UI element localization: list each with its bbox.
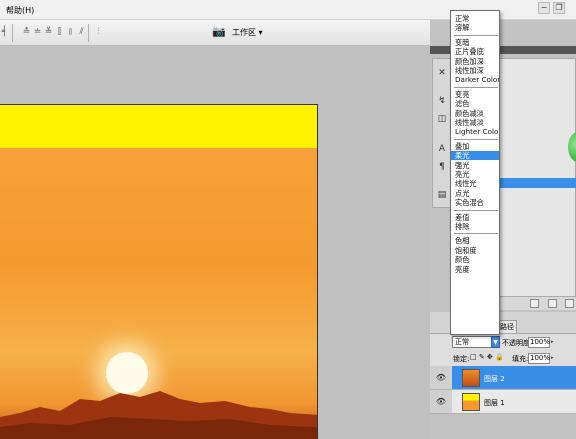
blend-mode-option[interactable]: 滤色 — [451, 99, 499, 108]
auto-align-icon[interactable]: ⫶ — [94, 27, 103, 38]
hills-silhouette — [0, 391, 317, 439]
fill-label: 填充: — [512, 355, 529, 363]
blend-mode-option[interactable]: 颜色减淡 — [451, 109, 499, 118]
toolbar-separator — [12, 24, 13, 42]
blend-mode-option[interactable]: 饱和度 — [451, 246, 499, 255]
blend-mode-option[interactable]: 颜色 — [451, 255, 499, 264]
layer-name: 图层 2 — [484, 375, 505, 383]
blend-mode-option[interactable]: 叠加 — [451, 142, 499, 151]
document-yellow-layer[interactable] — [0, 104, 318, 148]
distribute-icons: ≛ ≐ ≚ ⫿ ⫾ ⫽ — [22, 27, 86, 39]
actions-icon[interactable]: ◫ — [436, 113, 448, 125]
opacity-arrow-icon[interactable]: ▸ — [551, 337, 557, 348]
panel-selected-row[interactable] — [500, 178, 576, 188]
lock-label: 锁定: — [453, 355, 470, 363]
blend-mode-option[interactable]: 亮光 — [451, 170, 499, 179]
layer-thumbnail — [462, 393, 480, 411]
new-item-icon[interactable] — [548, 299, 557, 308]
menu-separator — [454, 138, 498, 140]
restore-button[interactable]: ❐ — [553, 2, 565, 14]
menu-separator — [454, 233, 498, 235]
document-sunset-image[interactable] — [0, 148, 318, 439]
layer-thumbnail — [462, 369, 480, 387]
delete-icon[interactable] — [565, 299, 574, 308]
panel-icon-strip: ✕ ↯ ◫ A ¶ ▤ — [432, 58, 452, 208]
distribute-left-icon[interactable]: ⫿ — [55, 27, 64, 38]
blend-mode-option[interactable]: 排除 — [451, 222, 499, 231]
blend-mode-option[interactable]: 正片叠底 — [451, 47, 499, 56]
blend-mode-option[interactable]: 点光 — [451, 189, 499, 198]
distribute-right-icon[interactable]: ⫽ — [77, 27, 86, 38]
tools-icon[interactable]: ✕ — [436, 67, 448, 79]
blend-mode-option[interactable]: 变暗 — [451, 38, 499, 47]
menu-help[interactable]: 帮助(H) — [6, 5, 34, 16]
layer-row[interactable]: 图层 2 — [452, 366, 576, 390]
blend-mode-option[interactable]: 正常 — [451, 14, 499, 23]
visibility-eye-icon[interactable]: 👁 — [430, 366, 452, 390]
blend-mode-option[interactable]: 颜色加深 — [451, 57, 499, 66]
options-toolbar: ╡ ≛ ≐ ≚ ⫿ ⫾ ⫽ ⫶ 📷 工作区 ▾ — [0, 20, 430, 46]
blend-mode-option[interactable]: 线性减淡 — [451, 118, 499, 127]
layer-comps-icon[interactable]: ▤ — [436, 189, 448, 201]
blend-mode-option[interactable]: 亮度 — [451, 265, 499, 274]
auto-align-icons: ⫶ — [94, 27, 103, 39]
chevron-down-icon[interactable]: ▼ — [491, 336, 500, 348]
lock-icons[interactable]: □ ✎ ✥ 🔒 — [470, 353, 504, 361]
distribute-top-icon[interactable]: ≛ — [22, 27, 31, 38]
blend-mode-option[interactable]: Darker Color — [451, 75, 499, 84]
blend-mode-option[interactable]: 色相 — [451, 236, 499, 245]
layer-name: 图层 1 — [484, 399, 505, 407]
align-icons: ╡ — [0, 27, 9, 39]
blend-mode-option[interactable]: Lighter Color — [451, 127, 499, 136]
distribute-hcenter-icon[interactable]: ⫾ — [66, 27, 75, 38]
opacity-input[interactable]: 100% — [528, 337, 550, 348]
blend-mode-option[interactable]: 变亮 — [451, 90, 499, 99]
blend-mode-option[interactable]: 线性光 — [451, 179, 499, 188]
camera-icon[interactable]: 📷 — [212, 26, 226, 38]
fill-arrow-icon[interactable]: ▸ — [551, 353, 557, 364]
tab-paths[interactable]: 路径 — [497, 320, 517, 333]
menu-separator — [454, 34, 498, 36]
workspace-button[interactable]: 工作区 ▾ — [232, 27, 263, 38]
blend-mode-option[interactable]: 线性加深 — [451, 66, 499, 75]
character-icon[interactable]: A — [436, 143, 448, 155]
blend-mode-option[interactable]: 柔光 — [451, 151, 499, 161]
layer-row[interactable]: 图层 1 — [452, 390, 576, 414]
menu-separator — [454, 86, 498, 88]
history-icon[interactable]: ↯ — [436, 95, 448, 107]
blend-mode-option[interactable]: 溶解 — [451, 23, 499, 32]
align-right-edges-icon[interactable]: ╡ — [0, 27, 9, 38]
menu-separator — [454, 209, 498, 211]
blend-mode-option[interactable]: 差值 — [451, 213, 499, 222]
toolbar-separator — [88, 24, 89, 42]
visibility-eye-icon[interactable]: 👁 — [430, 390, 452, 414]
distribute-bottom-icon[interactable]: ≚ — [44, 27, 53, 38]
new-item-icon[interactable] — [530, 299, 539, 308]
paragraph-icon[interactable]: ¶ — [436, 161, 448, 173]
minimize-button[interactable]: − — [538, 2, 550, 14]
blend-mode-dropdown: 正常 溶解 变暗 正片叠底 颜色加深 线性加深 Darker Color 变亮 滤色 颜色减淡 线性… — [450, 10, 500, 335]
fill-input[interactable]: 100% — [528, 353, 550, 364]
blend-mode-option[interactable]: 实色混合 — [451, 198, 499, 207]
blend-mode-option[interactable]: 强光 — [451, 161, 499, 170]
distribute-vcenter-icon[interactable]: ≐ — [33, 27, 42, 38]
